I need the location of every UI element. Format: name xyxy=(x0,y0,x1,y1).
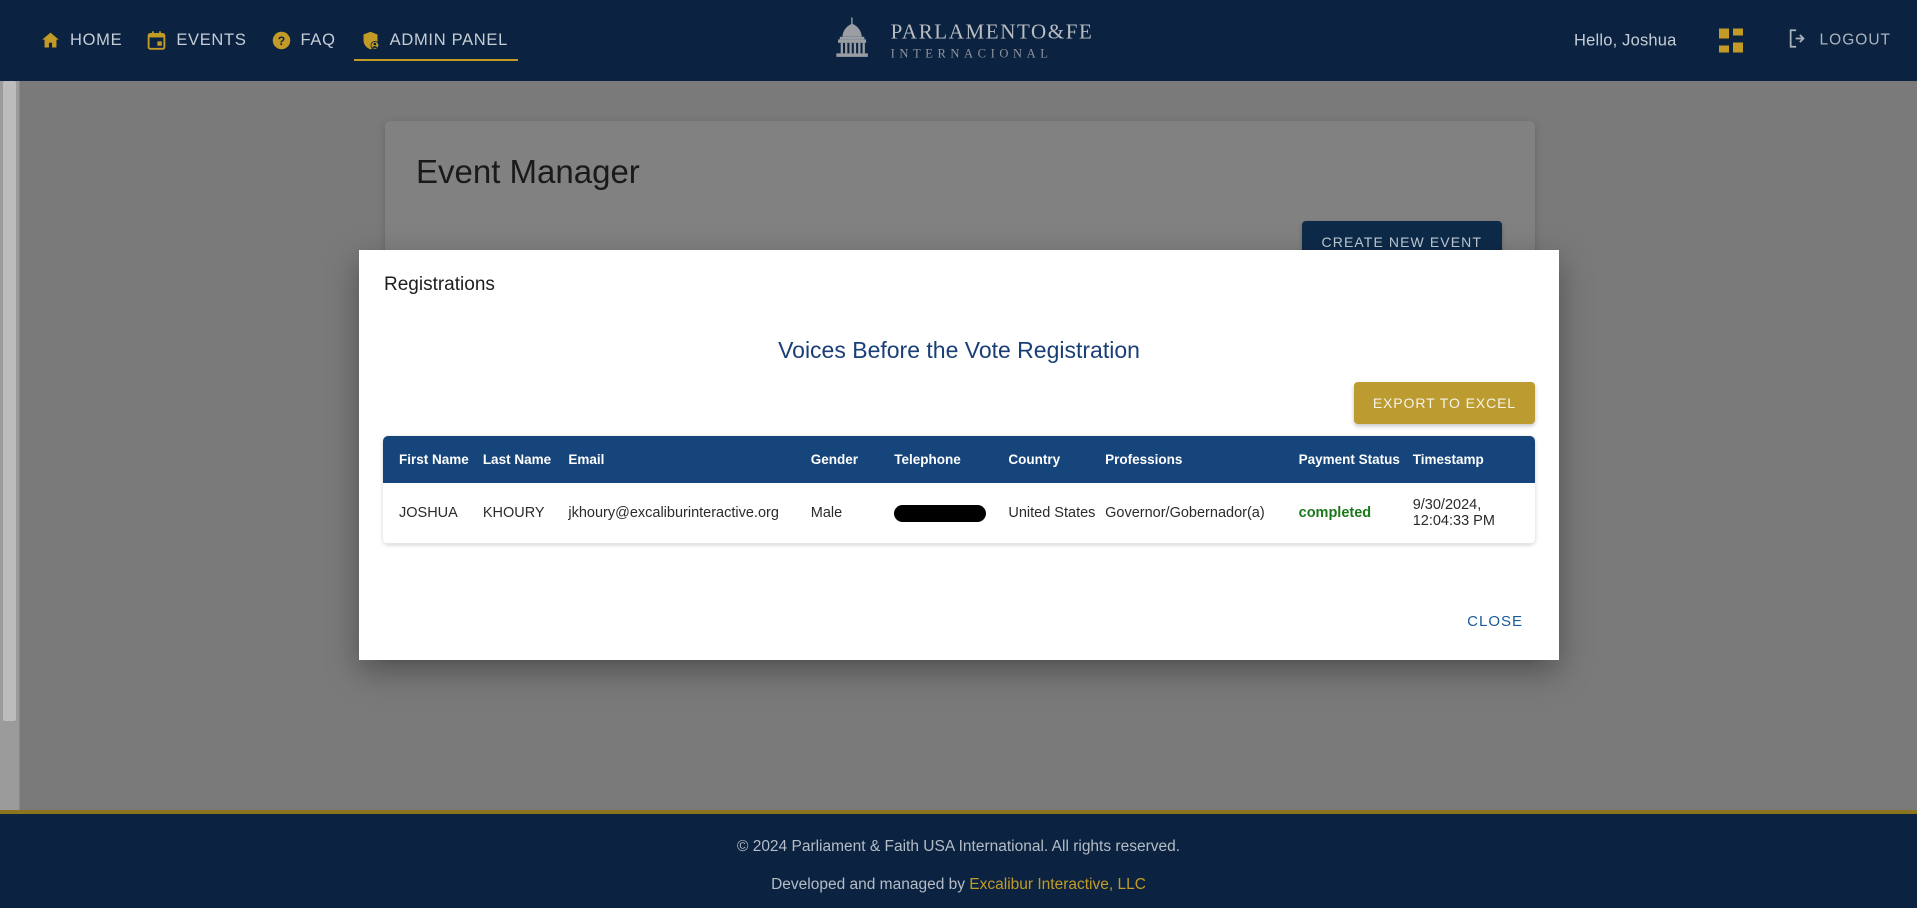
grid-cell xyxy=(1718,45,1729,53)
nav-label-faq: FAQ xyxy=(300,31,336,49)
table-body: JOSHUA KHOURY jkhoury@excaliburinteracti… xyxy=(383,483,1535,544)
logout-arrow-icon xyxy=(1787,27,1809,54)
nav-underline-admin-panel xyxy=(353,59,518,61)
footer-developer-line: Developed and managed by Excalibur Inter… xyxy=(0,876,1917,894)
table-row[interactable]: JOSHUA KHOURY jkhoury@excaliburinteracti… xyxy=(383,483,1535,544)
registrations-table: First Name Last Name Email Gender Teleph… xyxy=(383,436,1535,544)
cell-payment-status: completed xyxy=(1298,483,1413,544)
grid-cell xyxy=(1732,28,1743,36)
dialog-title: Registrations xyxy=(384,274,495,295)
scrollbar-thumb[interactable] xyxy=(3,81,16,721)
apps-grid-icon[interactable] xyxy=(1718,28,1743,53)
column-header-last-name[interactable]: Last Name xyxy=(483,436,569,483)
column-header-telephone[interactable]: Telephone xyxy=(894,436,1008,483)
footer-copyright: © 2024 Parliament & Faith USA Internatio… xyxy=(736,838,1181,855)
nav-label-home: HOME xyxy=(70,31,123,49)
registrations-dialog: Registrations Voices Before the Vote Reg… xyxy=(359,250,1559,660)
cell-last-name: KHOURY xyxy=(482,483,569,544)
nav-item-events[interactable]: EVENTS xyxy=(134,0,258,81)
nav-label-events: EVENTS xyxy=(176,31,247,49)
question-circle-icon: ? xyxy=(271,30,292,51)
page-scrollbar[interactable] xyxy=(0,81,20,810)
column-header-country[interactable]: Country xyxy=(1008,436,1105,483)
event-registration-heading: Voices Before the Vote Registration xyxy=(778,337,1140,363)
cell-gender: Male xyxy=(810,483,895,544)
logo-wordmark: PARLAMENTO&FE INTERNACIONAL xyxy=(891,21,1094,60)
footer-developer-prefix: Developed and managed by xyxy=(771,876,970,893)
top-navigation-bar: HOME EVENTS ? FAQ ADMIN PANEL PARLAMENTO… xyxy=(0,0,1917,81)
nav-item-faq[interactable]: ? FAQ xyxy=(259,0,348,81)
site-footer: © 2024 Parliament & Faith USA Internatio… xyxy=(0,810,1917,908)
cell-email: jkhoury@excaliburinteractive.org xyxy=(568,483,811,544)
logo-sub-text: INTERNACIONAL xyxy=(890,46,1053,61)
status-badge: completed xyxy=(1298,505,1372,521)
cell-professions: Governor/Gobernador(a) xyxy=(1105,483,1299,544)
logout-button[interactable]: LOGOUT xyxy=(1787,27,1891,54)
shield-user-icon xyxy=(360,30,381,51)
column-header-gender[interactable]: Gender xyxy=(811,436,895,483)
registrations-table-container: First Name Last Name Email Gender Teleph… xyxy=(383,436,1535,544)
logout-label: LOGOUT xyxy=(1819,31,1891,49)
home-icon xyxy=(40,30,61,51)
calendar-icon xyxy=(146,30,167,51)
close-dialog-button[interactable]: CLOSE xyxy=(1459,607,1531,636)
cell-country: United States xyxy=(1008,483,1106,544)
cell-timestamp: 9/30/2024, 12:04:33 PM xyxy=(1412,483,1535,544)
nav-item-admin-panel[interactable]: ADMIN PANEL xyxy=(348,0,520,81)
column-header-professions[interactable]: Professions xyxy=(1105,436,1299,483)
user-greeting: Hello, Joshua xyxy=(1573,31,1677,49)
site-logo[interactable]: PARLAMENTO&FE INTERNACIONAL xyxy=(824,15,1094,66)
export-to-excel-button[interactable]: EXPORT TO EXCEL xyxy=(1353,382,1535,424)
redacted-telephone-bar xyxy=(894,504,987,522)
page-title: Event Manager xyxy=(416,153,640,190)
nav-label-admin-panel: ADMIN PANEL xyxy=(389,31,508,49)
column-header-timestamp[interactable]: Timestamp xyxy=(1413,436,1535,483)
cell-telephone xyxy=(894,483,1009,544)
logo-main-text: PARLAMENTO&FE xyxy=(890,19,1094,44)
grid-cell xyxy=(1718,28,1729,39)
grid-cell xyxy=(1732,42,1743,53)
nav-links: HOME EVENTS ? FAQ ADMIN PANEL xyxy=(28,0,520,81)
nav-item-home[interactable]: HOME xyxy=(28,0,134,81)
column-header-first-name[interactable]: First Name xyxy=(383,436,483,483)
column-header-email[interactable]: Email xyxy=(568,436,810,483)
table-head: First Name Last Name Email Gender Teleph… xyxy=(383,436,1535,483)
footer-developer-link[interactable]: Excalibur Interactive, LLC xyxy=(969,876,1146,893)
column-header-payment-status[interactable]: Payment Status xyxy=(1299,436,1413,483)
table-header-row: First Name Last Name Email Gender Teleph… xyxy=(383,436,1535,483)
svg-text:?: ? xyxy=(277,34,284,48)
capitol-building-icon xyxy=(824,15,880,66)
nav-user-area: Hello, Joshua LOGOUT xyxy=(1574,27,1891,54)
cell-first-name: JOSHUA xyxy=(383,483,483,544)
